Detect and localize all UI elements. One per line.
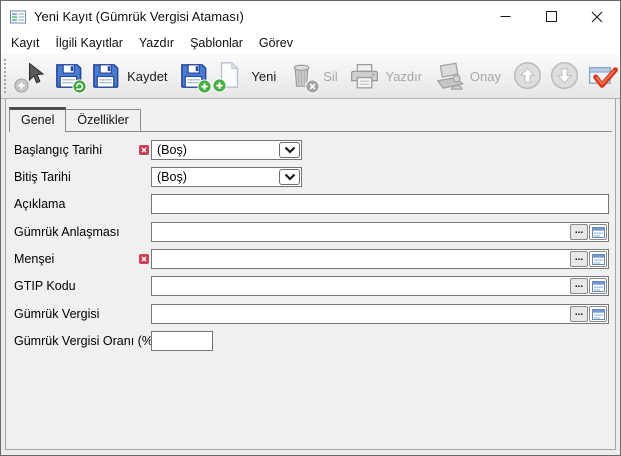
close-icon	[591, 11, 603, 23]
move-up-button[interactable]	[510, 58, 546, 94]
print-icon	[348, 60, 380, 92]
save-button-label: Kaydet	[122, 69, 173, 84]
window-title: Yeni Kayıt (Gümrük Vergisi Ataması)	[34, 9, 244, 24]
move-up-icon	[512, 60, 544, 92]
required-icon	[139, 145, 149, 155]
gumruk-anlasmasi-label: Gümrük Anlaşması	[14, 222, 120, 242]
aciklama-label: Açıklama	[14, 194, 65, 214]
confirm-button[interactable]	[584, 58, 620, 94]
gumruk-vergisi-orani-label: Gümrük Vergisi Oranı (%)	[14, 331, 157, 351]
browse-ellipsis-button[interactable]: ...	[570, 224, 588, 240]
menu-ilgili-kayitlar[interactable]: İlgili Kayıtlar	[48, 34, 131, 52]
new-button-label: Yeni	[246, 69, 282, 84]
tab-strip: Genel Özellikler	[9, 108, 612, 132]
approve-button-label: Onay	[465, 69, 507, 84]
baslangic-tarihi-label: Başlangıç Tarihi	[14, 140, 102, 160]
menu-gorev[interactable]: Görev	[251, 34, 301, 52]
gumruk-anlasmasi-field-wrap: ...	[151, 222, 609, 242]
form-row-baslangic-tarihi: Başlangıç Tarihi (Boş)	[6, 140, 615, 160]
save-refresh-button[interactable]	[51, 58, 87, 94]
toolbar: Kaydet	[1, 54, 620, 99]
gumruk-anlasmasi-input[interactable]	[154, 224, 564, 240]
select-add-button[interactable]	[14, 58, 50, 94]
save-new-icon	[178, 60, 210, 92]
move-down-icon	[549, 60, 581, 92]
delete-button[interactable]: Sil	[284, 58, 345, 94]
aciklama-input[interactable]	[154, 196, 604, 212]
bitis-tarihi-label: Bitiş Tarihi	[14, 167, 71, 187]
menu-kayit[interactable]: Kayıt	[3, 34, 48, 52]
bitis-tarihi-value: (Boş)	[157, 168, 187, 186]
gumruk-vergisi-field-wrap: ...	[151, 304, 609, 324]
approve-button[interactable]: Onay	[431, 58, 509, 94]
open-lookup-window-button[interactable]	[589, 251, 607, 267]
baslangic-tarihi-dropdown[interactable]: (Boş)	[151, 140, 302, 160]
baslangic-tarihi-value: (Boş)	[157, 141, 187, 159]
gumruk-vergisi-orani-input[interactable]	[154, 333, 208, 349]
form-record-icon	[10, 9, 26, 25]
browse-ellipsis-button[interactable]: ...	[570, 251, 588, 267]
dialog-window: Yeni Kayıt (Gümrük Vergisi Ataması) Kayı…	[0, 0, 621, 456]
form-row-mensei: Menşei ...	[6, 249, 615, 269]
new-record-button[interactable]: Yeni	[212, 58, 284, 94]
move-down-button[interactable]	[547, 58, 583, 94]
gumruk-vergisi-input[interactable]	[154, 306, 564, 322]
confirm-window-icon	[586, 60, 618, 92]
open-lookup-window-button[interactable]	[589, 224, 607, 240]
mensei-field-wrap: ...	[151, 249, 609, 269]
required-icon	[139, 254, 149, 264]
form-row-aciklama: Açıklama	[6, 194, 615, 214]
save-new-button[interactable]	[176, 58, 212, 94]
mensei-label: Menşei	[14, 249, 54, 269]
maximize-button[interactable]	[528, 1, 574, 32]
form-row-gumruk-vergisi: Gümrük Vergisi ...	[6, 304, 615, 324]
menu-sablonlar[interactable]: Şablonlar	[182, 34, 251, 52]
new-record-icon	[214, 60, 246, 92]
mensei-input[interactable]	[154, 251, 564, 267]
lookup-window-icon	[592, 309, 605, 320]
delete-icon	[286, 60, 318, 92]
toolbar-grip-handle[interactable]	[4, 59, 6, 93]
gumruk-vergisi-label: Gümrük Vergisi	[14, 304, 99, 324]
delete-button-label: Sil	[318, 69, 343, 84]
form-row-bitis-tarihi: Bitiş Tarihi (Boş)	[6, 167, 615, 187]
gtip-kodu-input[interactable]	[154, 278, 564, 294]
form-row-gumruk-anlasmasi: Gümrük Anlaşması ...	[6, 222, 615, 242]
save-icon	[90, 60, 122, 92]
save-refresh-icon	[53, 60, 85, 92]
title-bar: Yeni Kayıt (Gümrük Vergisi Ataması)	[1, 1, 620, 32]
browse-ellipsis-button[interactable]: ...	[570, 278, 588, 294]
tab-ozellikler[interactable]: Özellikler	[66, 109, 140, 131]
menu-yazdir[interactable]: Yazdır	[131, 34, 182, 52]
chevron-down-icon[interactable]	[279, 169, 300, 185]
cursor-add-icon	[16, 60, 48, 92]
gtip-kodu-field-wrap: ...	[151, 276, 609, 296]
lookup-window-icon	[592, 254, 605, 265]
gumruk-vergisi-orani-field-wrap	[151, 331, 213, 351]
chevron-down-icon[interactable]	[279, 142, 300, 158]
minimize-button[interactable]	[482, 1, 528, 32]
content-panel: Genel Özellikler Başlangıç Tarihi (Boş) …	[5, 99, 616, 450]
bitis-tarihi-dropdown[interactable]: (Boş)	[151, 167, 302, 187]
close-button[interactable]	[574, 1, 620, 32]
aciklama-field-wrap	[151, 194, 609, 214]
print-button-label: Yazdır	[380, 69, 428, 84]
form-row-gtip-kodu: GTIP Kodu ...	[6, 276, 615, 296]
browse-ellipsis-button[interactable]: ...	[570, 306, 588, 322]
tab-genel[interactable]: Genel	[9, 107, 66, 132]
maximize-icon	[546, 11, 557, 22]
open-lookup-window-button[interactable]	[589, 278, 607, 294]
approve-icon	[433, 60, 465, 92]
gtip-kodu-label: GTIP Kodu	[14, 276, 76, 296]
form-row-gumruk-vergisi-orani: Gümrük Vergisi Oranı (%)	[6, 331, 615, 351]
window-controls	[482, 1, 620, 32]
open-lookup-window-button[interactable]	[589, 306, 607, 322]
menu-bar: Kayıt İlgili Kayıtlar Yazdır Şablonlar G…	[1, 32, 620, 54]
lookup-window-icon	[592, 281, 605, 292]
print-button[interactable]: Yazdır	[346, 58, 430, 94]
save-button[interactable]: Kaydet	[88, 58, 175, 94]
lookup-window-icon	[592, 227, 605, 238]
minimize-icon	[500, 11, 511, 22]
